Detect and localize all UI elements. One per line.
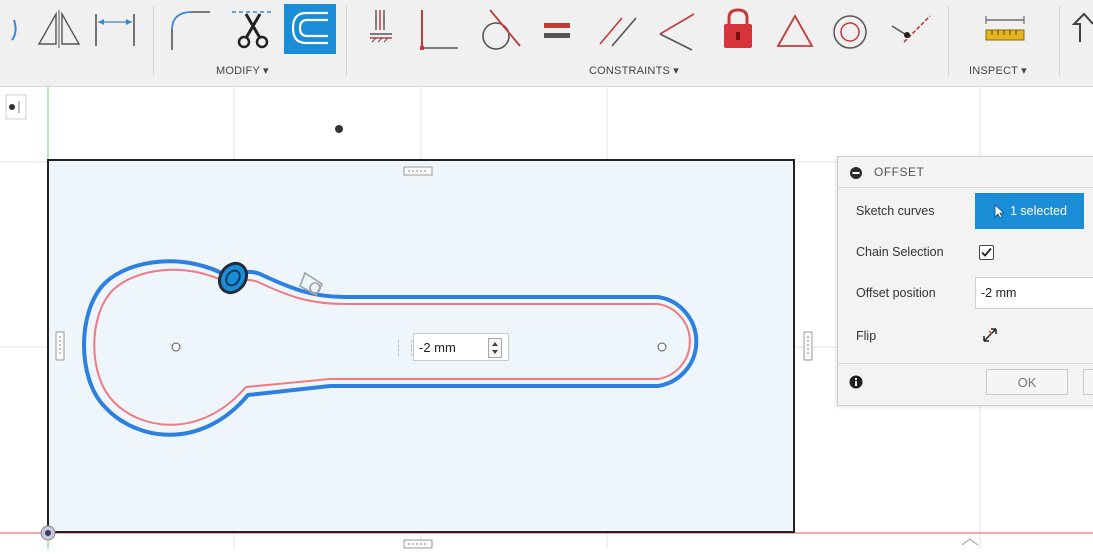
navigation-mini-icon[interactable] (5, 94, 27, 120)
dialog-title: OFFSET (874, 165, 925, 179)
group-separator (346, 6, 347, 76)
group-separator (1059, 6, 1060, 76)
constraints-menu[interactable]: CONSTRAINTS ▾ (589, 64, 679, 77)
measure-icon[interactable] (980, 6, 1030, 52)
sketch-curves-selection-button[interactable]: 1 selected (975, 193, 1084, 229)
cursor-arrow-icon (994, 204, 1006, 219)
collinear-icon[interactable] (888, 6, 934, 52)
center-point[interactable] (657, 342, 667, 352)
fix-unfix-icon[interactable] (720, 6, 756, 52)
info-icon[interactable] (849, 375, 863, 389)
sketch-curves-label: Sketch curves (856, 204, 935, 218)
cancel-button[interactable] (1083, 369, 1093, 395)
chain-selection-checkbox[interactable] (979, 245, 994, 260)
flip-icon (983, 328, 997, 342)
dialog-footer-divider (838, 363, 1093, 364)
ok-button[interactable]: OK (986, 369, 1068, 395)
origin-center (45, 530, 51, 536)
flip-button[interactable] (980, 325, 1000, 345)
dialog-header[interactable]: OFFSET (838, 157, 1093, 188)
group-separator (153, 6, 154, 76)
parallel-icon[interactable] (596, 6, 640, 52)
equal-icon[interactable] (540, 6, 576, 52)
selection-count: 1 selected (1010, 204, 1067, 218)
coincident-icon[interactable] (414, 6, 458, 52)
dimension-grip-icon (398, 340, 412, 356)
spinner-arrows-icon (492, 342, 498, 354)
horizontal-constraint-icon[interactable] (403, 539, 433, 549)
modify-menu[interactable]: MODIFY ▾ (216, 64, 269, 77)
insert-icon[interactable] (1070, 6, 1093, 52)
concentric-icon[interactable] (830, 6, 874, 52)
checkmark-icon (981, 247, 992, 257)
mirror-icon[interactable] (36, 6, 86, 52)
inspect-menu[interactable]: INSPECT ▾ (969, 64, 1027, 77)
offset-position-input[interactable] (975, 277, 1093, 309)
sketch-point[interactable] (335, 125, 343, 133)
trim-icon[interactable] (230, 6, 274, 52)
perpendicular-icon[interactable] (654, 6, 702, 52)
midpoint-icon[interactable] (774, 6, 818, 52)
collapse-icon[interactable] (849, 166, 863, 180)
tangent-icon[interactable] (474, 6, 524, 52)
dimension-line-icon[interactable] (92, 6, 142, 52)
sketch-toolbar: MODIFY ▾ CONSTRAINTS ▾ INSPECT ▾ (0, 0, 1093, 87)
offset-position-label: Offset position (856, 286, 936, 300)
fillet-icon[interactable] (164, 6, 214, 52)
flip-label: Flip (856, 329, 877, 343)
vertical-constraint-icon[interactable] (803, 331, 813, 361)
offset-icon[interactable] (284, 4, 336, 54)
horizontal-vertical-icon[interactable] (364, 6, 400, 52)
viewcube-corner-icon[interactable] (961, 538, 979, 546)
vertical-constraint-icon[interactable] (55, 331, 65, 361)
dimension-spinner[interactable] (488, 338, 502, 358)
center-point[interactable] (171, 342, 181, 352)
spline-icon[interactable] (4, 6, 34, 52)
offset-dialog: OFFSET Sketch curves 1 selected Chain Se… (837, 156, 1093, 406)
chain-selection-label: Chain Selection (856, 245, 944, 259)
horizontal-constraint-icon[interactable] (403, 166, 433, 176)
group-separator (948, 6, 949, 76)
offset-dimension-input[interactable]: -2 mm (398, 333, 509, 361)
dimension-value: -2 mm (419, 340, 456, 355)
